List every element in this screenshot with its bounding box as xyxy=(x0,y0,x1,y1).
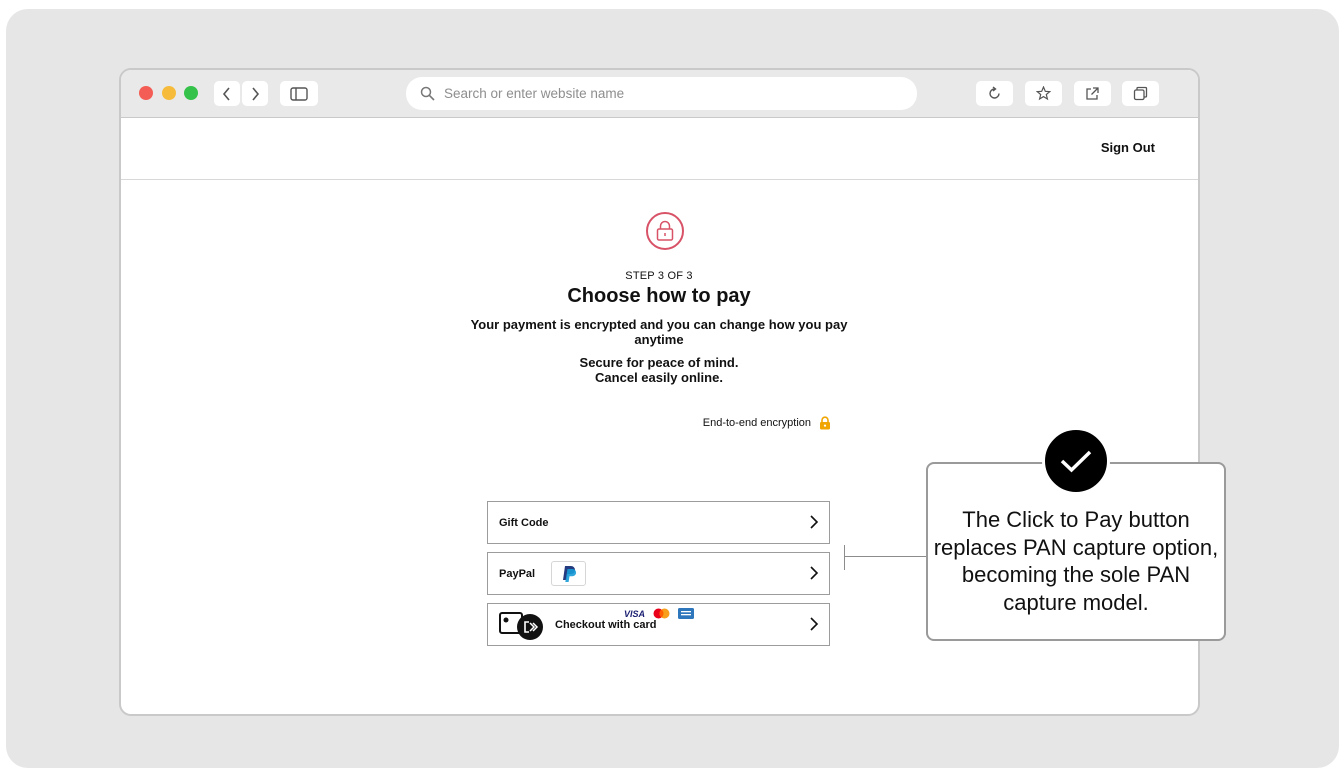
sidebar-icon xyxy=(290,86,308,101)
paypal-option[interactable]: PayPal xyxy=(487,552,830,595)
accepted-cards: VISA xyxy=(624,608,695,619)
chevron-right-icon xyxy=(809,514,819,530)
maximize-window-button[interactable] xyxy=(184,86,198,100)
tabs-overview-button[interactable] xyxy=(1122,81,1159,106)
star-icon xyxy=(1036,86,1051,101)
callout-connector-tick xyxy=(844,545,845,570)
chevron-right-icon xyxy=(809,616,819,632)
lock-icon xyxy=(646,212,684,250)
share-button[interactable] xyxy=(1074,81,1111,106)
paypal-logo xyxy=(551,561,587,586)
share-icon xyxy=(1086,87,1099,100)
paypal-label: PayPal xyxy=(499,567,536,580)
forward-button[interactable] xyxy=(242,81,268,106)
gift-code-option[interactable]: Gift Code xyxy=(487,501,830,544)
back-button[interactable] xyxy=(214,81,240,106)
gift-code-label: Gift Code xyxy=(499,516,549,529)
visa-logo: VISA xyxy=(624,608,646,619)
tabs-icon xyxy=(1133,86,1148,101)
mastercard-logo xyxy=(653,608,670,619)
amex-logo xyxy=(678,608,695,619)
address-placeholder: Search or enter website name xyxy=(444,86,625,101)
callout-text: The Click to Pay button replaces PAN cap… xyxy=(933,507,1219,615)
site-header: Sign Out xyxy=(121,118,1198,180)
encryption-label: End-to-end encryption xyxy=(702,417,811,429)
browser-toolbar: Search or enter website name xyxy=(121,70,1198,118)
sign-out-link[interactable]: Sign Out xyxy=(1101,140,1155,155)
secure-line-1: Secure for peace of mind. xyxy=(579,355,739,370)
search-icon xyxy=(420,86,435,101)
checkmark-icon xyxy=(1042,427,1110,495)
bookmark-button[interactable] xyxy=(1025,81,1062,106)
encryption-notice: End-to-end encryption xyxy=(681,416,831,430)
sidebar-toggle-button[interactable] xyxy=(280,81,318,106)
chevron-right-icon xyxy=(809,565,819,581)
step-indicator: STEP 3 OF 3 xyxy=(625,270,693,282)
checkout-with-card-label: Checkout with card xyxy=(555,618,657,631)
secure-line-2: Cancel easily online. xyxy=(595,370,723,385)
close-window-button[interactable] xyxy=(139,86,153,100)
payment-subtitle: Your payment is encrypted and you can ch… xyxy=(470,317,848,347)
reload-icon xyxy=(989,86,1000,99)
minimize-window-button[interactable] xyxy=(162,86,176,100)
page-title: Choose how to pay xyxy=(567,285,751,307)
address-bar[interactable]: Search or enter website name xyxy=(406,77,917,110)
chevron-left-icon xyxy=(222,86,230,101)
click-to-pay-icon xyxy=(499,610,545,640)
callout-connector-line xyxy=(844,556,926,557)
secure-message: Secure for peace of mind. Cancel easily … xyxy=(459,355,859,385)
reload-button[interactable] xyxy=(976,81,1013,106)
chevron-right-icon xyxy=(252,86,260,101)
padlock-icon xyxy=(820,416,830,430)
